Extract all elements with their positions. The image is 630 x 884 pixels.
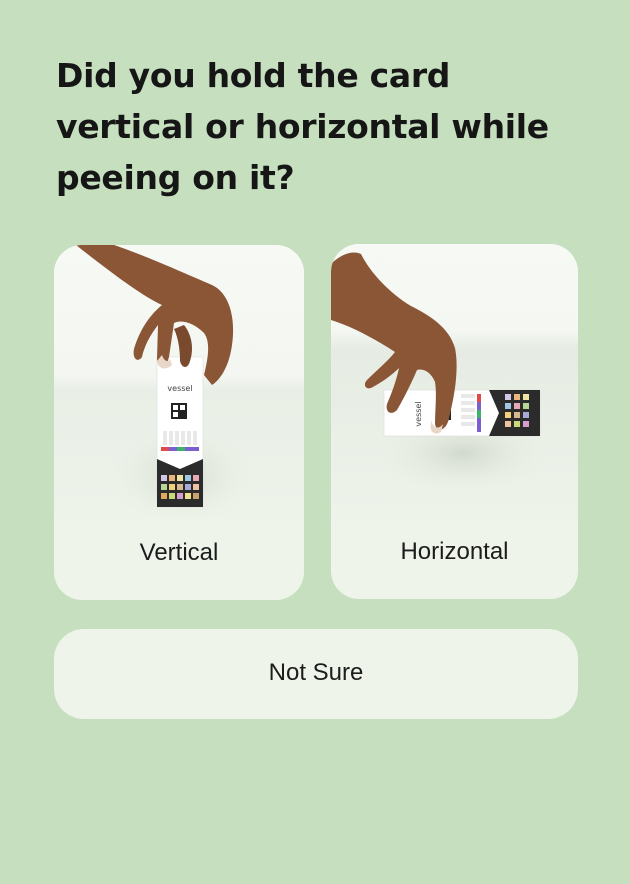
option-card-vertical[interactable]: vessel Vertical <box>54 245 304 600</box>
option-label-horizontal: Horizontal <box>400 538 509 565</box>
option-card-horizontal[interactable]: vessel Horizontal <box>331 244 578 599</box>
vertical-card-photo: vessel <box>54 245 304 535</box>
card-brand-text: vessel <box>167 384 192 393</box>
horizontal-card-photo: vessel <box>331 244 578 534</box>
option-label-vertical: Vertical <box>139 539 219 566</box>
card-brand-text-h: vessel <box>414 401 423 426</box>
not-sure-label: Not Sure <box>268 659 364 686</box>
not-sure-button[interactable]: Not Sure <box>54 629 578 719</box>
test-card-horizontal: vessel <box>383 389 541 437</box>
test-card-vertical: vessel <box>156 356 204 508</box>
question-heading: Did you hold the card vertical or horizo… <box>56 56 549 197</box>
